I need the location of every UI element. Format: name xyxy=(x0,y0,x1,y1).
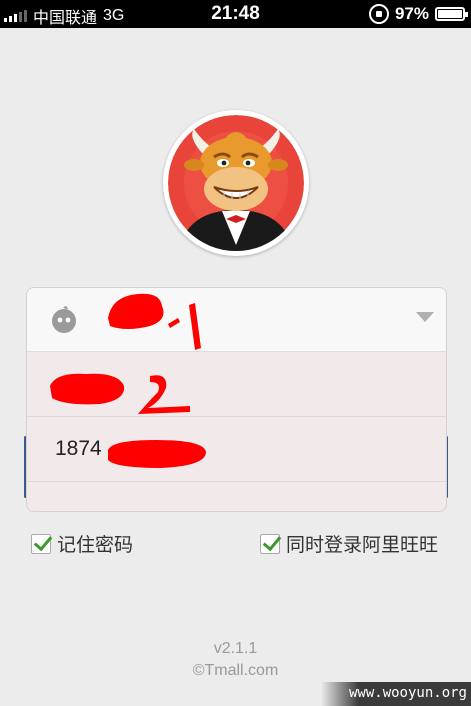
battery-percent: 97% xyxy=(394,4,429,23)
orientation-lock-icon xyxy=(368,4,389,24)
avatar xyxy=(163,110,309,256)
login-wangwang-checkbox[interactable]: 同时登录阿里旺旺 xyxy=(260,530,438,557)
remember-password-label: 记住密码 xyxy=(57,535,134,556)
login-wangwang-label: 同时登录阿里旺旺 xyxy=(286,535,439,556)
dropdown-icon[interactable] xyxy=(416,312,434,322)
user-face-icon xyxy=(52,306,76,333)
bull-mascot-icon xyxy=(168,115,304,251)
checkmark-icon xyxy=(31,533,51,554)
password-field[interactable] xyxy=(27,482,446,511)
account-suggestion-item[interactable] xyxy=(27,352,446,417)
app-version: v2.1.1 xyxy=(213,640,258,657)
remember-password-checkbox[interactable]: 记住密码 xyxy=(31,530,133,557)
checkmark-icon xyxy=(260,533,280,554)
status-right: 97% xyxy=(368,4,468,24)
account-suggestion-item[interactable]: 1874 xyxy=(27,417,446,482)
battery-icon xyxy=(435,7,468,21)
account-number: 1874 xyxy=(55,437,102,460)
watermark: www.wooyun.org xyxy=(321,682,471,706)
login-form: 1874 xyxy=(26,287,447,512)
username-field[interactable] xyxy=(27,288,446,352)
copyright: ©Tmall.com xyxy=(192,662,279,679)
status-bar: 中国联通 3G 21:48 97% xyxy=(0,0,471,28)
